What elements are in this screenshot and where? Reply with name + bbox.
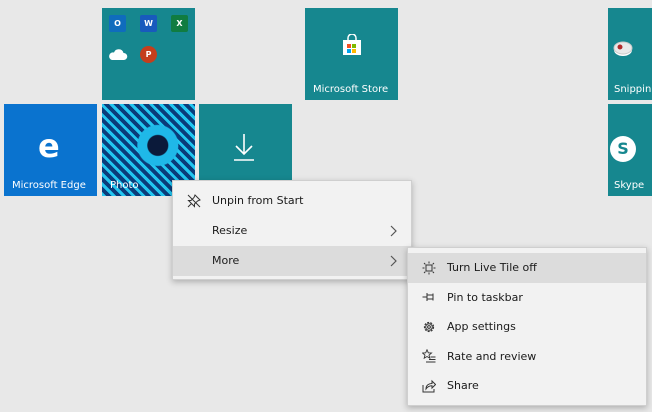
submenu-item-turn-live-tile-off[interactable]: Turn Live Tile off — [408, 253, 646, 283]
office-apps-group-tile[interactable]: O W X P — [102, 8, 195, 100]
gear-icon — [421, 312, 437, 342]
outlook-icon: O — [109, 15, 126, 32]
skype-tile[interactable]: S Skype — [608, 104, 652, 196]
menu-item-unpin-from-start[interactable]: Unpin from Start — [173, 186, 411, 216]
chevron-right-icon — [389, 246, 397, 276]
unpin-label: Unpin from Start — [212, 194, 304, 207]
pin-icon — [421, 283, 437, 313]
word-mini-tile[interactable]: W — [133, 8, 164, 39]
microsoft-store-tile[interactable]: Microsoft Store — [305, 8, 398, 100]
skype-tile-label: Skype — [614, 180, 645, 191]
submenu-item-pin-to-taskbar[interactable]: Pin to taskbar — [408, 283, 646, 313]
rate-and-review-label: Rate and review — [447, 349, 537, 363]
edge-logo-icon: e — [38, 127, 60, 165]
live-tile-icon — [421, 253, 437, 283]
excel-icon: X — [171, 15, 188, 32]
more-label: More — [212, 254, 240, 267]
download-icon — [234, 134, 254, 161]
snipping-tool-icon — [613, 41, 633, 56]
submenu-item-rate-and-review[interactable]: Rate and review — [408, 342, 646, 372]
rate-icon — [421, 342, 437, 372]
microsoft-edge-tile[interactable]: e Microsoft Edge — [4, 104, 97, 196]
submenu-item-app-settings[interactable]: App settings — [408, 312, 646, 342]
chevron-right-icon — [389, 216, 397, 246]
skype-logo-icon: S — [610, 136, 636, 162]
word-icon: W — [140, 15, 157, 32]
shopping-bag-icon — [343, 34, 361, 55]
turn-live-tile-off-label: Turn Live Tile off — [447, 261, 537, 274]
photos-tile-label: Photo — [110, 180, 139, 191]
share-icon — [421, 371, 437, 401]
snipping-tool-tile[interactable]: Snippin — [608, 8, 652, 100]
store-tile-label: Microsoft Store — [313, 84, 389, 95]
menu-item-more[interactable]: More — [173, 246, 411, 276]
tile-context-menu: Unpin from Start Resize More — [172, 180, 412, 280]
excel-mini-tile[interactable]: X — [164, 8, 195, 39]
more-submenu: Turn Live Tile off Pin to taskbar App se… — [407, 247, 647, 406]
onedrive-mini-tile[interactable] — [102, 39, 133, 70]
edge-tile-label: Microsoft Edge — [12, 180, 86, 191]
powerpoint-mini-tile[interactable]: P — [133, 39, 164, 70]
menu-item-resize[interactable]: Resize — [173, 216, 411, 246]
pin-to-taskbar-label: Pin to taskbar — [447, 290, 523, 304]
share-label: Share — [447, 379, 479, 392]
app-settings-label: App settings — [447, 320, 516, 333]
powerpoint-icon: P — [140, 46, 157, 63]
snipping-tile-label: Snippin — [614, 84, 652, 95]
resize-label: Resize — [212, 224, 248, 237]
outlook-mini-tile[interactable]: O — [102, 8, 133, 39]
onedrive-icon — [109, 49, 128, 60]
submenu-item-share[interactable]: Share — [408, 371, 646, 401]
unpin-icon — [186, 186, 202, 216]
